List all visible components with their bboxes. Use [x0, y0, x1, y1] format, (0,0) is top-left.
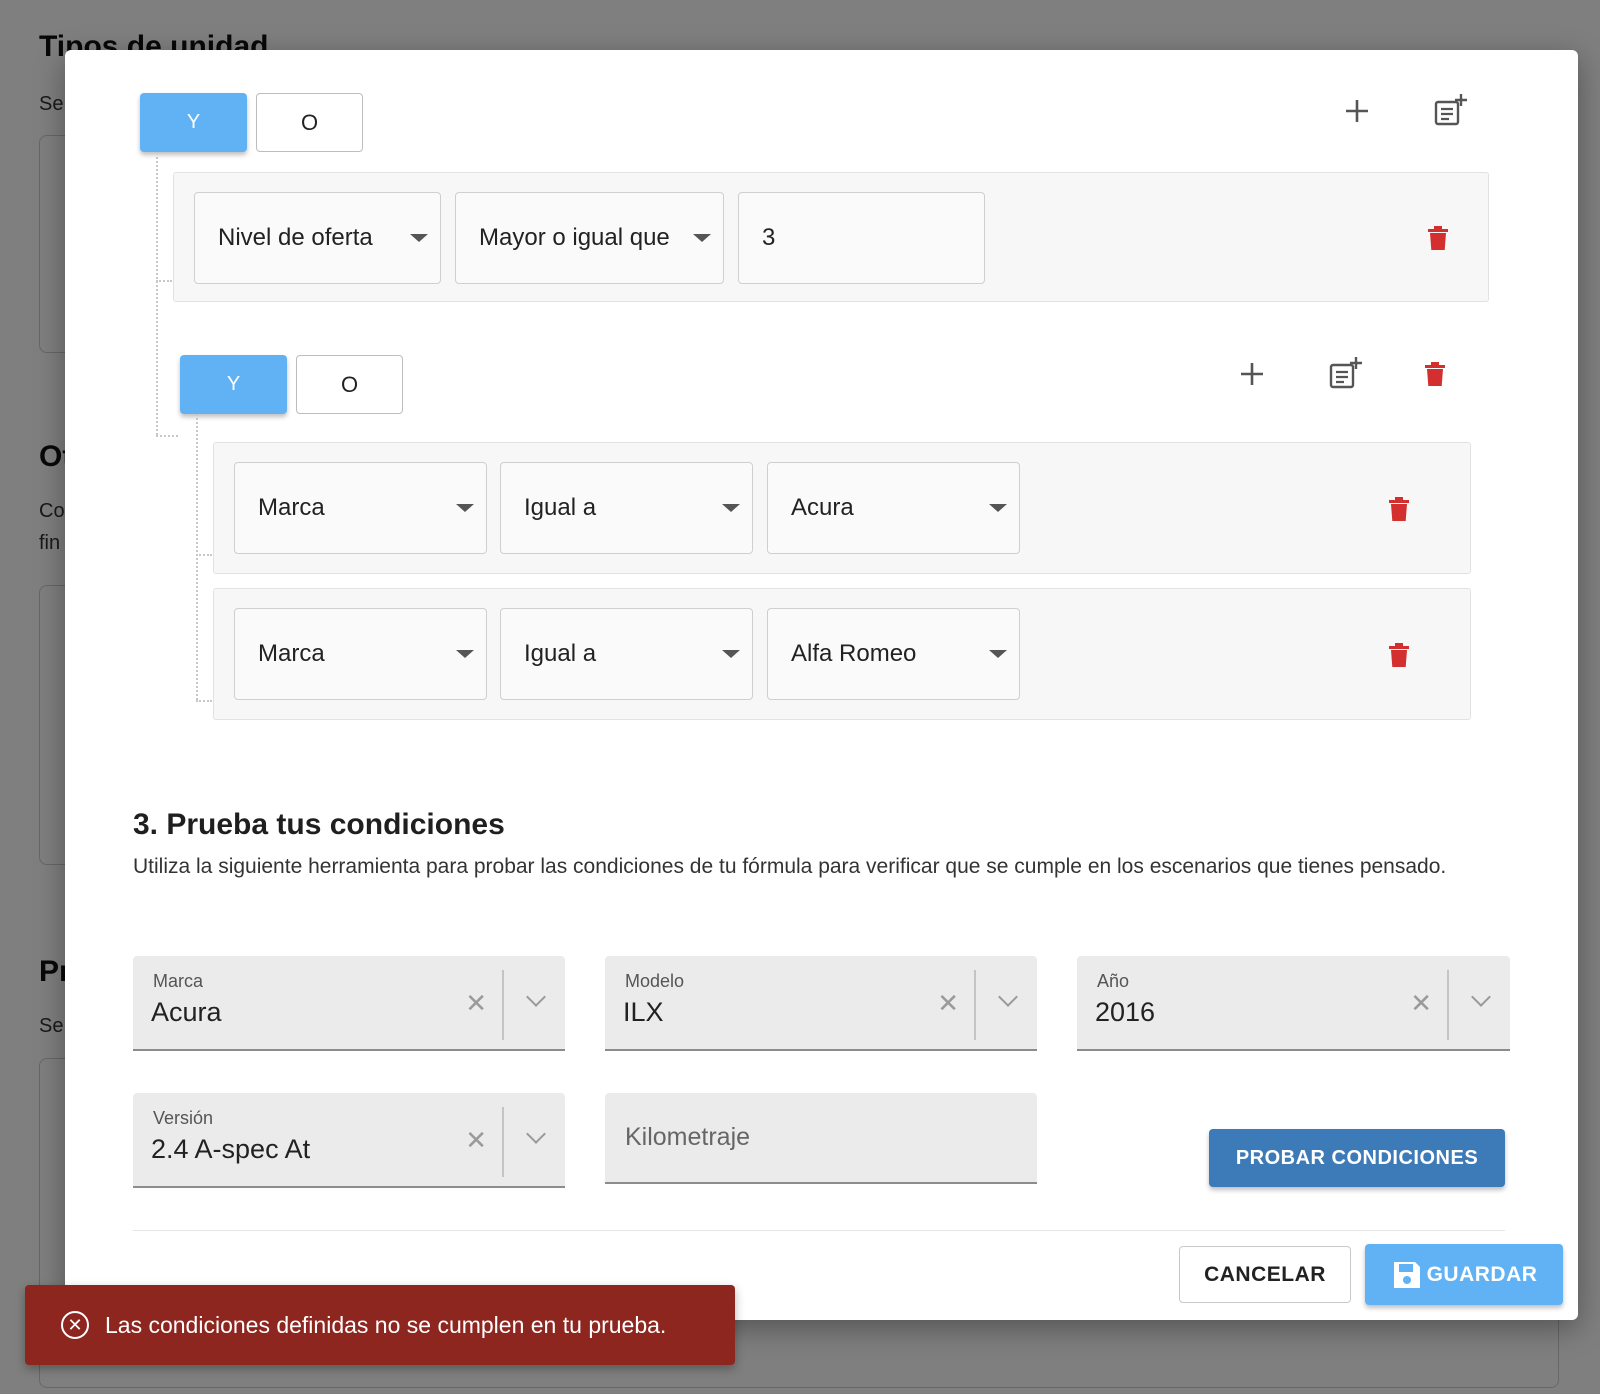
rule-row: Marca Igual a Alfa Romeo [213, 588, 1471, 720]
tree-connector [156, 152, 158, 435]
chevron-down-icon[interactable] [526, 987, 546, 1007]
trash-icon [1389, 497, 1409, 521]
cancel-button[interactable]: CANCELAR [1179, 1246, 1351, 1303]
delete-rule-button[interactable] [1379, 635, 1419, 675]
delete-rule-button[interactable] [1379, 489, 1419, 529]
caret-down-icon [989, 650, 1007, 658]
field-value: 2.4 A-spec At [151, 1134, 311, 1164]
section-title: 3. Prueba tus condiciones [133, 808, 505, 841]
caret-down-icon [722, 504, 740, 512]
chevron-down-icon[interactable] [1471, 987, 1491, 1007]
field-select[interactable]: Marca [234, 462, 487, 554]
section-description: Utiliza la siguiente herramienta para pr… [133, 855, 1447, 878]
test-conditions-button[interactable]: PROBAR CONDICIONES [1209, 1129, 1505, 1187]
clear-icon[interactable]: ✕ [465, 1125, 487, 1156]
and-toggle-button[interactable]: Y [140, 93, 247, 152]
caret-down-icon [456, 650, 474, 658]
field-value: ILX [623, 997, 664, 1027]
conditions-dialog: Y O Nivel de oferta Mayor o igual que 3 … [65, 50, 1578, 1320]
note-plus-icon [1434, 94, 1467, 126]
field-value: Acura [151, 997, 222, 1027]
operator-select[interactable]: Igual a [500, 462, 753, 554]
chevron-down-icon[interactable] [998, 987, 1018, 1007]
field-label: Año [1097, 971, 1130, 991]
operator-select-value: Mayor o igual que [479, 224, 670, 251]
rule-row: Nivel de oferta Mayor o igual que 3 [173, 172, 1489, 302]
tree-connector [196, 554, 212, 556]
caret-down-icon [722, 650, 740, 658]
field-separator [502, 970, 504, 1040]
chevron-down-icon[interactable] [526, 1124, 546, 1144]
error-snackbar: ✕ Las condiciones definidas no se cumple… [25, 1285, 735, 1365]
field-select-value: Marca [258, 640, 325, 667]
clear-icon[interactable]: ✕ [1410, 988, 1432, 1019]
clear-icon[interactable]: ✕ [465, 988, 487, 1019]
anio-autocomplete[interactable]: Año 2016 ✕ [1077, 956, 1510, 1051]
field-label: Versión [153, 1108, 214, 1128]
modelo-autocomplete[interactable]: Modelo ILX ✕ [605, 956, 1037, 1051]
tree-connector [196, 414, 198, 700]
operator-select[interactable]: Igual a [500, 608, 753, 700]
add-rule-button[interactable] [1232, 354, 1272, 394]
save-button[interactable]: GUARDAR [1365, 1244, 1563, 1305]
field-value: 2016 [1095, 997, 1156, 1027]
trash-icon [1428, 226, 1448, 250]
add-group-button[interactable] [1430, 91, 1470, 131]
caret-down-icon [693, 234, 711, 242]
field-label: Modelo [625, 971, 685, 991]
caret-down-icon [456, 504, 474, 512]
tree-connector [156, 280, 172, 282]
tree-connector [156, 435, 178, 437]
value-select-value: Acura [791, 494, 854, 521]
value-select-value: Alfa Romeo [791, 640, 917, 667]
rule-row: Marca Igual a Acura [213, 442, 1471, 574]
value-select[interactable]: Acura [767, 462, 1020, 554]
field-separator [974, 970, 976, 1040]
floppy-icon [1393, 1261, 1420, 1288]
delete-rule-button[interactable] [1418, 218, 1458, 258]
or-toggle-button[interactable]: O [296, 355, 403, 414]
operator-select-value: Igual a [524, 494, 597, 521]
save-button-label: GUARDAR [1426, 1262, 1538, 1286]
version-autocomplete[interactable]: Versión 2.4 A-spec At ✕ [133, 1093, 565, 1188]
operator-select-value: Igual a [524, 640, 597, 667]
add-group-button[interactable] [1325, 354, 1365, 394]
plus-icon [1241, 363, 1263, 385]
kilometraje-input[interactable]: Kilometraje [605, 1093, 1037, 1184]
trash-icon [1389, 643, 1409, 667]
clear-icon[interactable]: ✕ [937, 988, 959, 1019]
tree-connector [196, 700, 212, 702]
trash-icon [1425, 362, 1445, 386]
operator-select[interactable]: Mayor o igual que [455, 192, 724, 284]
value-input[interactable]: 3 [738, 192, 985, 284]
snackbar-message: Las condiciones definidas no se cumplen … [105, 1311, 667, 1338]
caret-down-icon [410, 234, 428, 242]
field-separator [502, 1107, 504, 1177]
caret-down-icon [989, 504, 1007, 512]
field-label: Marca [153, 971, 204, 991]
and-toggle-button[interactable]: Y [180, 355, 287, 414]
field-select-value: Marca [258, 494, 325, 521]
delete-group-button[interactable] [1415, 354, 1455, 394]
note-plus-icon [1329, 357, 1362, 389]
field-select[interactable]: Nivel de oferta [194, 192, 441, 284]
value-input-text: 3 [762, 224, 776, 251]
field-placeholder: Kilometraje [625, 1123, 751, 1151]
plus-icon [1346, 100, 1368, 122]
footer-divider [133, 1230, 1505, 1231]
field-separator [1447, 970, 1449, 1040]
circle-x-icon: ✕ [61, 1311, 89, 1339]
field-select[interactable]: Marca [234, 608, 487, 700]
field-select-value: Nivel de oferta [218, 224, 373, 251]
value-select[interactable]: Alfa Romeo [767, 608, 1020, 700]
or-toggle-button[interactable]: O [256, 93, 363, 152]
marca-autocomplete[interactable]: Marca Acura ✕ [133, 956, 565, 1051]
add-rule-button[interactable] [1337, 91, 1377, 131]
